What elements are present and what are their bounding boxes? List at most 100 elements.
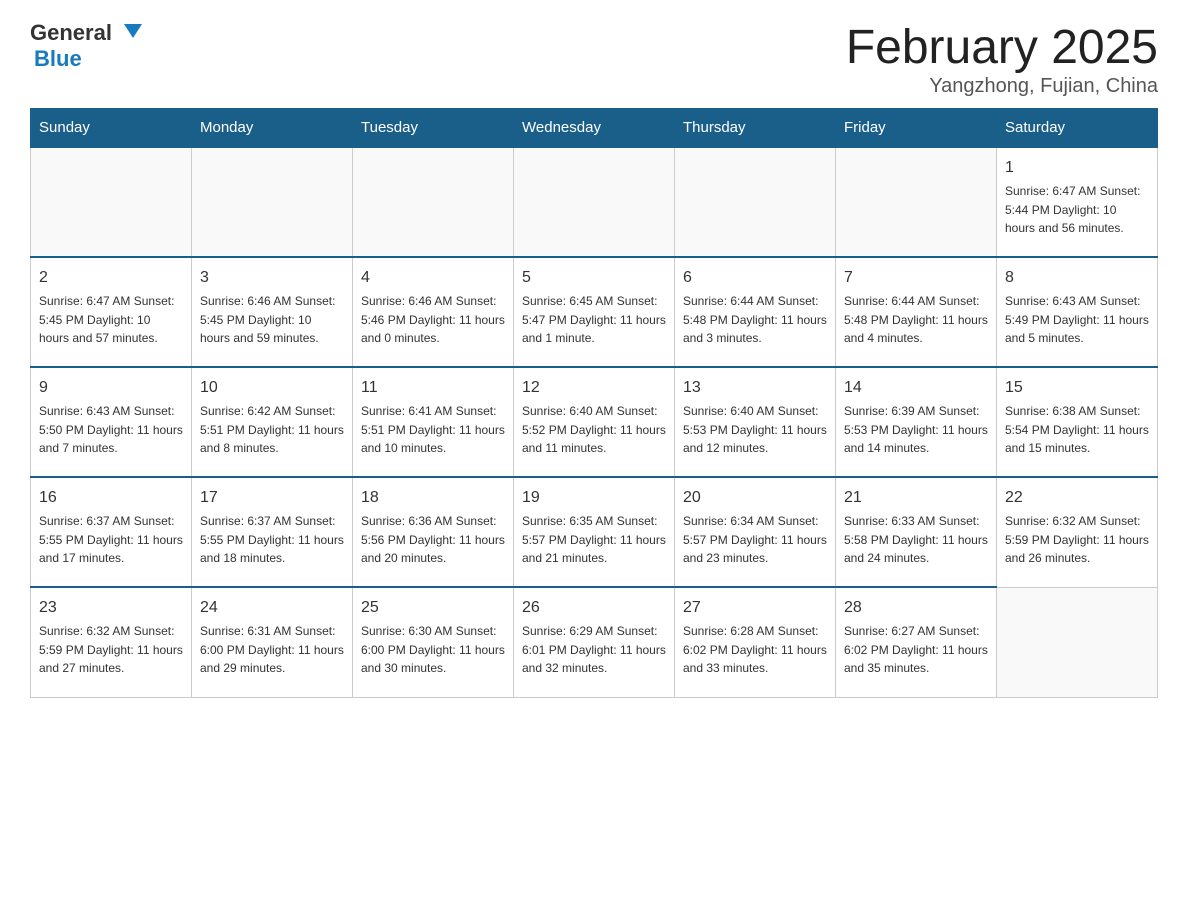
weekday-header: Tuesday bbox=[353, 109, 514, 148]
weekday-header: Thursday bbox=[675, 109, 836, 148]
day-number: 19 bbox=[522, 486, 666, 510]
day-number: 28 bbox=[844, 596, 988, 620]
calendar-day-cell: 11Sunrise: 6:41 AM Sunset: 5:51 PM Dayli… bbox=[353, 367, 514, 477]
day-sun-info: Sunrise: 6:44 AM Sunset: 5:48 PM Dayligh… bbox=[844, 292, 988, 348]
calendar-day-cell: 9Sunrise: 6:43 AM Sunset: 5:50 PM Daylig… bbox=[31, 367, 192, 477]
calendar-day-cell: 8Sunrise: 6:43 AM Sunset: 5:49 PM Daylig… bbox=[997, 257, 1158, 367]
day-number: 6 bbox=[683, 266, 827, 290]
calendar-day-cell: 14Sunrise: 6:39 AM Sunset: 5:53 PM Dayli… bbox=[836, 367, 997, 477]
calendar-week-row: 23Sunrise: 6:32 AM Sunset: 5:59 PM Dayli… bbox=[31, 587, 1158, 697]
calendar-day-cell: 10Sunrise: 6:42 AM Sunset: 5:51 PM Dayli… bbox=[192, 367, 353, 477]
logo: General Blue bbox=[30, 20, 142, 72]
day-sun-info: Sunrise: 6:32 AM Sunset: 5:59 PM Dayligh… bbox=[1005, 512, 1149, 568]
day-sun-info: Sunrise: 6:40 AM Sunset: 5:52 PM Dayligh… bbox=[522, 402, 666, 458]
day-sun-info: Sunrise: 6:46 AM Sunset: 5:46 PM Dayligh… bbox=[361, 292, 505, 348]
calendar-day-cell: 12Sunrise: 6:40 AM Sunset: 5:52 PM Dayli… bbox=[514, 367, 675, 477]
calendar-day-cell: 17Sunrise: 6:37 AM Sunset: 5:55 PM Dayli… bbox=[192, 477, 353, 587]
day-number: 20 bbox=[683, 486, 827, 510]
day-number: 5 bbox=[522, 266, 666, 290]
calendar-week-row: 9Sunrise: 6:43 AM Sunset: 5:50 PM Daylig… bbox=[31, 367, 1158, 477]
day-number: 17 bbox=[200, 486, 344, 510]
day-sun-info: Sunrise: 6:37 AM Sunset: 5:55 PM Dayligh… bbox=[200, 512, 344, 568]
day-sun-info: Sunrise: 6:27 AM Sunset: 6:02 PM Dayligh… bbox=[844, 622, 988, 678]
location: Yangzhong, Fujian, China bbox=[846, 75, 1158, 98]
weekday-header: Friday bbox=[836, 109, 997, 148]
day-sun-info: Sunrise: 6:39 AM Sunset: 5:53 PM Dayligh… bbox=[844, 402, 988, 458]
calendar-day-cell: 5Sunrise: 6:45 AM Sunset: 5:47 PM Daylig… bbox=[514, 257, 675, 367]
day-sun-info: Sunrise: 6:47 AM Sunset: 5:44 PM Dayligh… bbox=[1005, 182, 1149, 238]
day-sun-info: Sunrise: 6:28 AM Sunset: 6:02 PM Dayligh… bbox=[683, 622, 827, 678]
calendar-day-cell bbox=[31, 147, 192, 257]
weekday-header: Wednesday bbox=[514, 109, 675, 148]
calendar-body: 1Sunrise: 6:47 AM Sunset: 5:44 PM Daylig… bbox=[31, 147, 1158, 697]
day-number: 24 bbox=[200, 596, 344, 620]
weekday-header: Sunday bbox=[31, 109, 192, 148]
calendar-day-cell: 26Sunrise: 6:29 AM Sunset: 6:01 PM Dayli… bbox=[514, 587, 675, 697]
day-sun-info: Sunrise: 6:35 AM Sunset: 5:57 PM Dayligh… bbox=[522, 512, 666, 568]
day-sun-info: Sunrise: 6:43 AM Sunset: 5:49 PM Dayligh… bbox=[1005, 292, 1149, 348]
day-sun-info: Sunrise: 6:37 AM Sunset: 5:55 PM Dayligh… bbox=[39, 512, 183, 568]
day-number: 10 bbox=[200, 376, 344, 400]
day-number: 3 bbox=[200, 266, 344, 290]
day-sun-info: Sunrise: 6:29 AM Sunset: 6:01 PM Dayligh… bbox=[522, 622, 666, 678]
logo-arrow-icon bbox=[124, 24, 142, 38]
weekday-header: Saturday bbox=[997, 109, 1158, 148]
day-number: 16 bbox=[39, 486, 183, 510]
day-sun-info: Sunrise: 6:42 AM Sunset: 5:51 PM Dayligh… bbox=[200, 402, 344, 458]
calendar-day-cell: 3Sunrise: 6:46 AM Sunset: 5:45 PM Daylig… bbox=[192, 257, 353, 367]
calendar-day-cell bbox=[997, 587, 1158, 697]
day-number: 4 bbox=[361, 266, 505, 290]
day-number: 2 bbox=[39, 266, 183, 290]
page-header: General Blue February 2025 Yangzhong, Fu… bbox=[30, 20, 1158, 98]
day-number: 8 bbox=[1005, 266, 1149, 290]
calendar-day-cell: 25Sunrise: 6:30 AM Sunset: 6:00 PM Dayli… bbox=[353, 587, 514, 697]
calendar-day-cell: 23Sunrise: 6:32 AM Sunset: 5:59 PM Dayli… bbox=[31, 587, 192, 697]
day-sun-info: Sunrise: 6:38 AM Sunset: 5:54 PM Dayligh… bbox=[1005, 402, 1149, 458]
day-number: 27 bbox=[683, 596, 827, 620]
calendar-table: SundayMondayTuesdayWednesdayThursdayFrid… bbox=[30, 108, 1158, 698]
calendar-day-cell: 18Sunrise: 6:36 AM Sunset: 5:56 PM Dayli… bbox=[353, 477, 514, 587]
calendar-day-cell: 24Sunrise: 6:31 AM Sunset: 6:00 PM Dayli… bbox=[192, 587, 353, 697]
day-sun-info: Sunrise: 6:30 AM Sunset: 6:00 PM Dayligh… bbox=[361, 622, 505, 678]
calendar-day-cell: 16Sunrise: 6:37 AM Sunset: 5:55 PM Dayli… bbox=[31, 477, 192, 587]
day-number: 21 bbox=[844, 486, 988, 510]
day-number: 9 bbox=[39, 376, 183, 400]
calendar-day-cell: 2Sunrise: 6:47 AM Sunset: 5:45 PM Daylig… bbox=[31, 257, 192, 367]
day-sun-info: Sunrise: 6:34 AM Sunset: 5:57 PM Dayligh… bbox=[683, 512, 827, 568]
calendar-day-cell: 7Sunrise: 6:44 AM Sunset: 5:48 PM Daylig… bbox=[836, 257, 997, 367]
day-sun-info: Sunrise: 6:33 AM Sunset: 5:58 PM Dayligh… bbox=[844, 512, 988, 568]
calendar-day-cell: 19Sunrise: 6:35 AM Sunset: 5:57 PM Dayli… bbox=[514, 477, 675, 587]
calendar-day-cell: 6Sunrise: 6:44 AM Sunset: 5:48 PM Daylig… bbox=[675, 257, 836, 367]
day-number: 12 bbox=[522, 376, 666, 400]
calendar-week-row: 1Sunrise: 6:47 AM Sunset: 5:44 PM Daylig… bbox=[31, 147, 1158, 257]
logo-blue-text: Blue bbox=[34, 46, 82, 71]
day-number: 13 bbox=[683, 376, 827, 400]
day-sun-info: Sunrise: 6:32 AM Sunset: 5:59 PM Dayligh… bbox=[39, 622, 183, 678]
day-sun-info: Sunrise: 6:41 AM Sunset: 5:51 PM Dayligh… bbox=[361, 402, 505, 458]
calendar-day-cell: 21Sunrise: 6:33 AM Sunset: 5:58 PM Dayli… bbox=[836, 477, 997, 587]
calendar-day-cell: 4Sunrise: 6:46 AM Sunset: 5:46 PM Daylig… bbox=[353, 257, 514, 367]
calendar-day-cell: 13Sunrise: 6:40 AM Sunset: 5:53 PM Dayli… bbox=[675, 367, 836, 477]
day-number: 18 bbox=[361, 486, 505, 510]
calendar-day-cell: 28Sunrise: 6:27 AM Sunset: 6:02 PM Dayli… bbox=[836, 587, 997, 697]
calendar-day-cell bbox=[514, 147, 675, 257]
day-number: 25 bbox=[361, 596, 505, 620]
calendar-header: SundayMondayTuesdayWednesdayThursdayFrid… bbox=[31, 109, 1158, 148]
day-sun-info: Sunrise: 6:36 AM Sunset: 5:56 PM Dayligh… bbox=[361, 512, 505, 568]
month-title: February 2025 bbox=[846, 20, 1158, 75]
day-sun-info: Sunrise: 6:46 AM Sunset: 5:45 PM Dayligh… bbox=[200, 292, 344, 348]
day-number: 1 bbox=[1005, 156, 1149, 180]
day-number: 26 bbox=[522, 596, 666, 620]
day-number: 23 bbox=[39, 596, 183, 620]
calendar-day-cell: 20Sunrise: 6:34 AM Sunset: 5:57 PM Dayli… bbox=[675, 477, 836, 587]
logo-general: General bbox=[30, 20, 112, 46]
calendar-day-cell bbox=[836, 147, 997, 257]
day-sun-info: Sunrise: 6:43 AM Sunset: 5:50 PM Dayligh… bbox=[39, 402, 183, 458]
calendar-day-cell: 1Sunrise: 6:47 AM Sunset: 5:44 PM Daylig… bbox=[997, 147, 1158, 257]
day-number: 11 bbox=[361, 376, 505, 400]
calendar-day-cell bbox=[675, 147, 836, 257]
day-sun-info: Sunrise: 6:31 AM Sunset: 6:00 PM Dayligh… bbox=[200, 622, 344, 678]
calendar-day-cell bbox=[353, 147, 514, 257]
day-sun-info: Sunrise: 6:44 AM Sunset: 5:48 PM Dayligh… bbox=[683, 292, 827, 348]
day-sun-info: Sunrise: 6:40 AM Sunset: 5:53 PM Dayligh… bbox=[683, 402, 827, 458]
